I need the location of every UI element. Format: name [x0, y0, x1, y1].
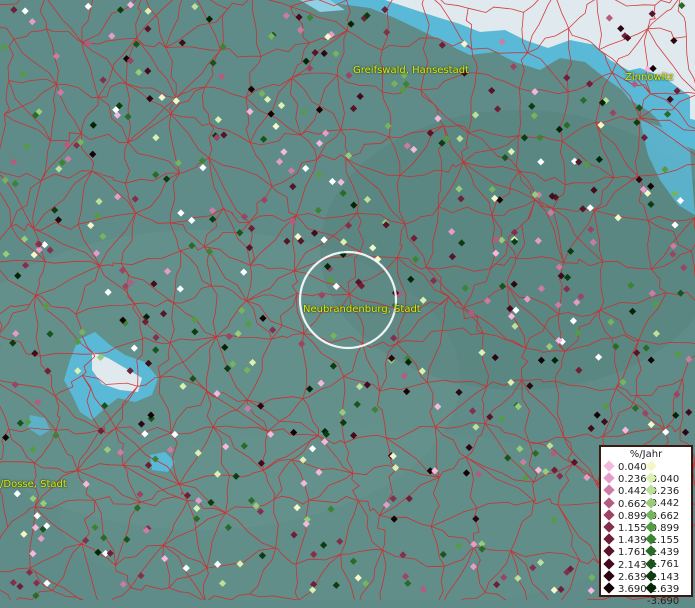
legend-swatch [603, 509, 615, 521]
legend-entry-negative: -0.040 [645, 460, 691, 485]
legend-label: 0.236 [618, 474, 647, 486]
legend-swatch [645, 521, 657, 533]
legend-swatch [603, 582, 615, 594]
legend-label: 0.040 [618, 462, 647, 473]
legend-label: 1.761 [618, 547, 647, 559]
legend-entry-positive: 3.690 [603, 582, 647, 596]
legend-entry-positive: 0.899 [603, 509, 647, 523]
legend-swatch [603, 533, 615, 545]
legend-label: 1.439 [618, 535, 647, 547]
city-label-greifswald: Greifswald, Hansestadt [353, 65, 469, 76]
city-label-neubrandenburg: Neubrandenburg, Stadt [303, 304, 421, 315]
legend-entry-negative: -0.236 [645, 472, 691, 497]
legend-swatch [603, 496, 615, 509]
legend-swatch [645, 557, 657, 570]
legend-label: 0.442 [618, 486, 647, 498]
map-canvas[interactable] [0, 0, 695, 600]
legend-swatch [645, 509, 657, 521]
legend-entry-positive: 1.155 [603, 521, 647, 535]
legend-entry-positive: 0.662 [603, 496, 647, 511]
legend-swatch [603, 472, 615, 484]
legend-entry-negative: -0.899 [645, 509, 691, 534]
legend-swatch [645, 533, 657, 545]
legend-label: 0.899 [618, 510, 647, 522]
legend-entry-negative: -2.143 [645, 557, 691, 583]
legend-entry-negative: -0.662 [645, 496, 691, 522]
city-label-dosse: /Dosse, Stadt [0, 479, 67, 490]
legend-swatch [603, 570, 615, 582]
legend-swatch [645, 582, 657, 594]
legend-swatch [603, 484, 615, 497]
legend-label: 2.639 [618, 571, 647, 583]
legend-swatch [603, 557, 615, 570]
legend-label: 2.143 [618, 559, 647, 571]
legend-swatch [645, 484, 657, 497]
legend-label: 0.662 [618, 498, 647, 510]
legend: %/Jahr 0.040 -0.040 0.236 -0.236 0.442 -0.442… [599, 445, 693, 607]
legend-entry-negative: -0.442 [645, 484, 691, 509]
legend-entry-positive: 1.439 [603, 533, 647, 547]
legend-title: %/Jahr [629, 449, 663, 460]
legend-label: 3.690 [618, 584, 647, 595]
legend-label: 1.155 [618, 523, 647, 534]
legend-entry-positive: 1.761 [603, 545, 647, 559]
legend-swatch [645, 496, 657, 509]
legend-swatch [645, 472, 657, 484]
legend-swatch [645, 545, 657, 558]
legend-entry-negative: -1.761 [645, 545, 691, 570]
legend-entry-positive: 0.040 [603, 460, 647, 474]
legend-swatch [645, 570, 657, 582]
legend-entry-positive: 0.442 [603, 484, 647, 498]
legend-entry-positive: 2.143 [603, 557, 647, 572]
legend-label: -3.690 [647, 596, 680, 607]
legend-swatch [603, 460, 615, 472]
legend-entry-negative: -3.690 [645, 582, 691, 607]
legend-entry-negative: -1.439 [645, 533, 691, 558]
legend-entry-negative: -1.155 [645, 521, 691, 546]
city-label-zinnowitz: Zinnowitz [625, 72, 674, 83]
legend-entry-negative: -2.639 [645, 570, 691, 595]
legend-swatch [603, 545, 615, 558]
legend-swatch [603, 521, 615, 533]
legend-entry-positive: 0.236 [603, 472, 647, 486]
legend-swatch [645, 460, 657, 472]
legend-entry-positive: 2.639 [603, 570, 647, 584]
